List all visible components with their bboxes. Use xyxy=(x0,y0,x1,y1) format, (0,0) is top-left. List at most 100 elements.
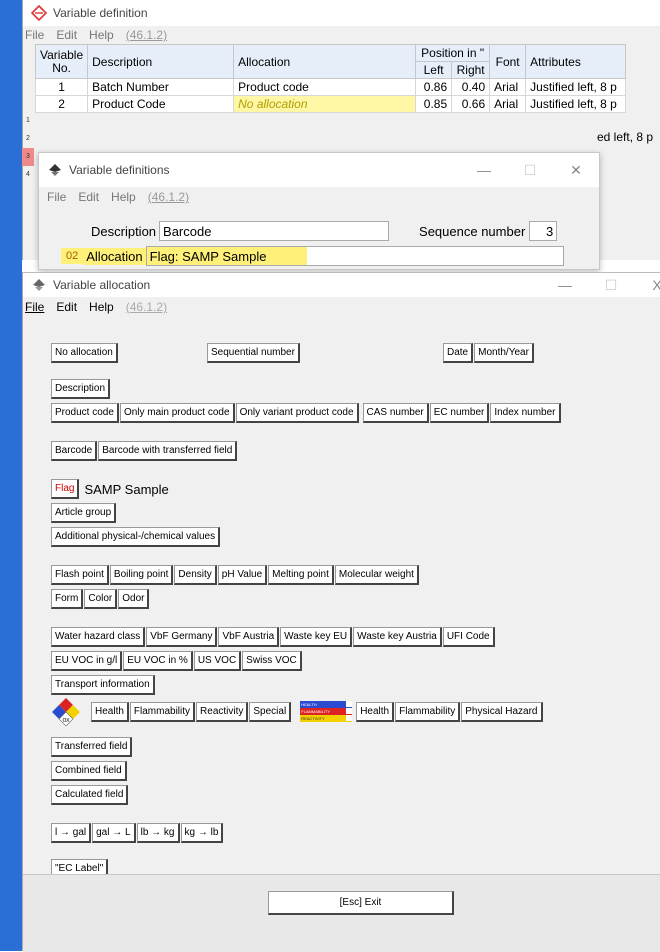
odor-button[interactable]: Odor xyxy=(118,589,150,609)
boiling-point-button[interactable]: Boiling point xyxy=(109,565,174,585)
col-header-description[interactable]: Description xyxy=(87,44,235,79)
combined-field-button[interactable]: Combined field xyxy=(51,761,127,781)
menu-edit[interactable]: Edit xyxy=(56,28,77,42)
row-date: Date Month/Year xyxy=(443,343,535,363)
hmis-health-button[interactable]: Health xyxy=(356,702,395,722)
eu-voc-pct-button[interactable]: EU VOC in % xyxy=(123,651,193,671)
menu-help[interactable]: Help xyxy=(111,190,136,204)
only-variant-product-code-button[interactable]: Only variant product code xyxy=(235,403,359,423)
col-header-left[interactable]: Left xyxy=(415,61,453,79)
nfpa-reactivity-button[interactable]: Reactivity xyxy=(196,702,249,722)
description-button[interactable]: Description xyxy=(51,379,111,399)
col-header-font[interactable]: Font xyxy=(489,44,527,79)
nfpa-special-button[interactable]: Special xyxy=(249,702,292,722)
color-button[interactable]: Color xyxy=(84,589,118,609)
sequence-field[interactable]: 3 xyxy=(529,221,558,241)
l-to-gal-button[interactable]: l → gal xyxy=(51,823,92,843)
waste-key-eu-button[interactable]: Waste key EU xyxy=(280,627,353,647)
article-group-button[interactable]: Article group xyxy=(51,503,117,523)
maximize-button[interactable]: ☐ xyxy=(588,277,634,294)
col-header-position: Position in " xyxy=(415,44,491,62)
row-number[interactable]: 3 xyxy=(22,148,34,166)
minimize-button[interactable]: — xyxy=(542,277,588,294)
description-row: Description Barcode Sequence number 3 xyxy=(91,221,558,241)
product-code-button[interactable]: Product code xyxy=(51,403,119,423)
row-number-gutter: 1 2 3 4 xyxy=(22,112,34,184)
exit-button[interactable]: [Esc] Exit xyxy=(268,891,454,915)
date-button[interactable]: Date xyxy=(443,343,474,363)
kg-to-lb-button[interactable]: kg → lb xyxy=(180,823,224,843)
row-number[interactable]: 4 xyxy=(22,166,34,184)
gal-to-l-button[interactable]: gal → L xyxy=(92,823,136,843)
menu-file[interactable]: File xyxy=(25,28,44,42)
water-hazard-button[interactable]: Water hazard class xyxy=(51,627,146,647)
menu-edit[interactable]: Edit xyxy=(56,300,77,314)
index-number-button[interactable]: Index number xyxy=(490,403,561,423)
ph-value-button[interactable]: pH Value xyxy=(217,565,268,585)
window1-menubar: File Edit Help (46.1.2) xyxy=(23,26,660,44)
row-transport: Transport information xyxy=(51,675,156,695)
nfpa-health-button[interactable]: Health xyxy=(91,702,129,722)
col-header-allocation[interactable]: Allocation xyxy=(233,44,417,79)
cell-allocation: Product code xyxy=(233,78,417,96)
additional-values-button[interactable]: Additional physical-/chemical values xyxy=(51,527,221,547)
col-header-variable-no[interactable]: Variable No. xyxy=(34,44,89,79)
melting-point-button[interactable]: Melting point xyxy=(268,565,334,585)
row-regulatory: Water hazard class VbF Germany VbF Austr… xyxy=(51,627,496,647)
close-button[interactable]: X xyxy=(634,277,660,294)
transferred-field-button[interactable]: Transferred field xyxy=(51,737,133,757)
flash-point-button[interactable]: Flash point xyxy=(51,565,109,585)
swiss-voc-button[interactable]: Swiss VOC xyxy=(242,651,302,671)
table-row[interactable]: 1 Batch Number Product code 0.86 0.40 Ar… xyxy=(34,78,627,96)
col-header-right[interactable]: Right xyxy=(451,61,491,79)
ufi-code-button[interactable]: UFI Code xyxy=(442,627,495,647)
maximize-button[interactable]: ☐ xyxy=(507,162,553,179)
row-general: No allocation xyxy=(51,343,119,363)
menu-file[interactable]: File xyxy=(47,190,66,204)
row-article-group: Article group xyxy=(51,503,117,523)
description-field[interactable]: Barcode xyxy=(159,221,390,241)
close-button[interactable]: ✕ xyxy=(553,162,599,179)
sequential-number-button[interactable]: Sequential number xyxy=(207,343,300,363)
flag-value: SAMP Sample xyxy=(84,481,169,497)
hmis-label-icon: HEALTH FLAMMABILITY REACTIVITY xyxy=(300,701,353,723)
us-voc-button[interactable]: US VOC xyxy=(193,651,242,671)
hmis-flammability-button[interactable]: Flammability xyxy=(395,702,461,722)
hmis-physical-hazard-button[interactable]: Physical Hazard xyxy=(461,702,543,722)
minimize-button[interactable]: — xyxy=(461,162,507,179)
eu-voc-gl-button[interactable]: EU VOC in g/l xyxy=(51,651,123,671)
cas-number-button[interactable]: CAS number xyxy=(362,403,429,423)
flag-button[interactable]: Flag xyxy=(51,479,80,499)
vbf-austria-button[interactable]: VbF Austria xyxy=(218,627,280,647)
only-main-product-code-button[interactable]: Only main product code xyxy=(119,403,235,423)
allocation-field[interactable]: Flag: SAMP Sample xyxy=(145,246,564,266)
waste-key-austria-button[interactable]: Waste key Austria xyxy=(353,627,442,647)
nfpa-flammability-button[interactable]: Flammability xyxy=(129,702,196,722)
no-allocation-button[interactable]: No allocation xyxy=(51,343,118,363)
col-header-attributes[interactable]: Attributes xyxy=(525,44,627,79)
menu-help[interactable]: Help xyxy=(89,28,114,42)
menu-file[interactable]: File xyxy=(25,300,44,314)
variable-definitions-window: Variable definitions — ☐ ✕ File Edit Hel… xyxy=(38,152,600,270)
barcode-button[interactable]: Barcode xyxy=(51,441,98,461)
cell-right: 0.66 xyxy=(451,95,491,113)
calculated-field-button[interactable]: Calculated field xyxy=(51,785,129,805)
molecular-weight-button[interactable]: Molecular weight xyxy=(334,565,419,585)
row-number[interactable]: 1 xyxy=(22,112,34,130)
row-additional: Additional physical-/chemical values xyxy=(51,527,221,547)
barcode-transferred-button[interactable]: Barcode with transferred field xyxy=(98,441,238,461)
vbf-germany-button[interactable]: VbF Germany xyxy=(146,627,218,647)
form-button[interactable]: Form xyxy=(51,589,84,609)
menu-help[interactable]: Help xyxy=(89,300,114,314)
transport-info-button[interactable]: Transport information xyxy=(51,675,155,695)
month-year-button[interactable]: Month/Year xyxy=(474,343,534,363)
density-button[interactable]: Density xyxy=(174,565,217,585)
table-row[interactable]: 2 Product Code No allocation 0.85 0.66 A… xyxy=(34,95,627,113)
menu-edit[interactable]: Edit xyxy=(78,190,99,204)
row-number[interactable]: 2 xyxy=(22,130,34,148)
lb-to-kg-button[interactable]: lb → kg xyxy=(136,823,180,843)
menu-version: (46.1.2) xyxy=(125,28,168,42)
footer-bar: [Esc] Exit xyxy=(23,874,660,952)
app-spade-icon xyxy=(47,162,63,178)
ec-number-button[interactable]: EC number xyxy=(429,403,490,423)
